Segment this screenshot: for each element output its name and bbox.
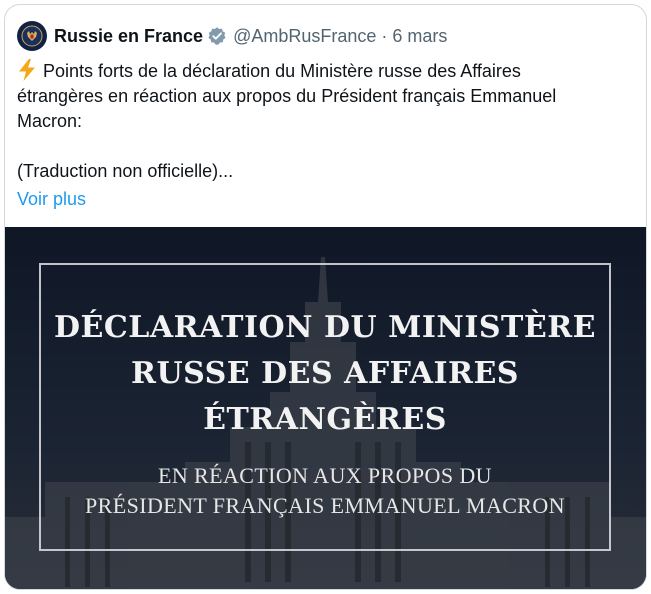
subline-line-2: PRÉSIDENT FRANÇAIS EMMANUEL MACRON — [85, 493, 565, 518]
tweet-date[interactable]: 6 mars — [392, 26, 447, 47]
author-handle[interactable]: @AmbRusFrance — [233, 26, 376, 47]
verified-badge-icon — [207, 26, 227, 46]
tweet-header: Russie en France @AmbRusFrance · 6 mars — [17, 19, 447, 53]
headline-line-2: RUSSE DES AFFAIRES — [131, 356, 519, 391]
high-voltage-icon — [17, 59, 37, 81]
tweet-image[interactable]: DÉCLARATION DU MINISTÈRE RUSSE DES AFFAI… — [5, 227, 646, 589]
text-line: Points forts de la déclaration du Minist… — [17, 59, 617, 84]
text-line-3: Macron: — [17, 111, 83, 131]
text-line-1: Points forts de la déclaration du Minist… — [43, 61, 521, 81]
text-line-4: (Traduction non officielle)... — [17, 161, 234, 181]
author-name[interactable]: Russie en France — [54, 26, 203, 47]
image-headline: DÉCLARATION DU MINISTÈRE RUSSE DES AFFAI… — [39, 305, 611, 443]
tweet-card[interactable]: Russie en France @AmbRusFrance · 6 mars … — [4, 4, 647, 590]
tweet-text: Points forts de la déclaration du Minist… — [17, 59, 617, 212]
separator-dot: · — [381, 25, 388, 46]
headline-line-3: ÉTRANGÈRES — [203, 402, 447, 437]
russian-emblem-icon — [21, 25, 43, 47]
image-subline: EN RÉACTION AUX PROPOS DU PRÉSIDENT FRAN… — [39, 461, 611, 521]
show-more-link[interactable]: Voir plus — [17, 187, 617, 212]
avatar[interactable] — [17, 21, 47, 51]
subline-line-1: EN RÉACTION AUX PROPOS DU — [158, 463, 492, 488]
text-line-2: étrangères en réaction aux propos du Pré… — [17, 86, 557, 106]
headline-line-1: DÉCLARATION DU MINISTÈRE — [53, 310, 597, 345]
paragraph-break — [17, 134, 617, 159]
